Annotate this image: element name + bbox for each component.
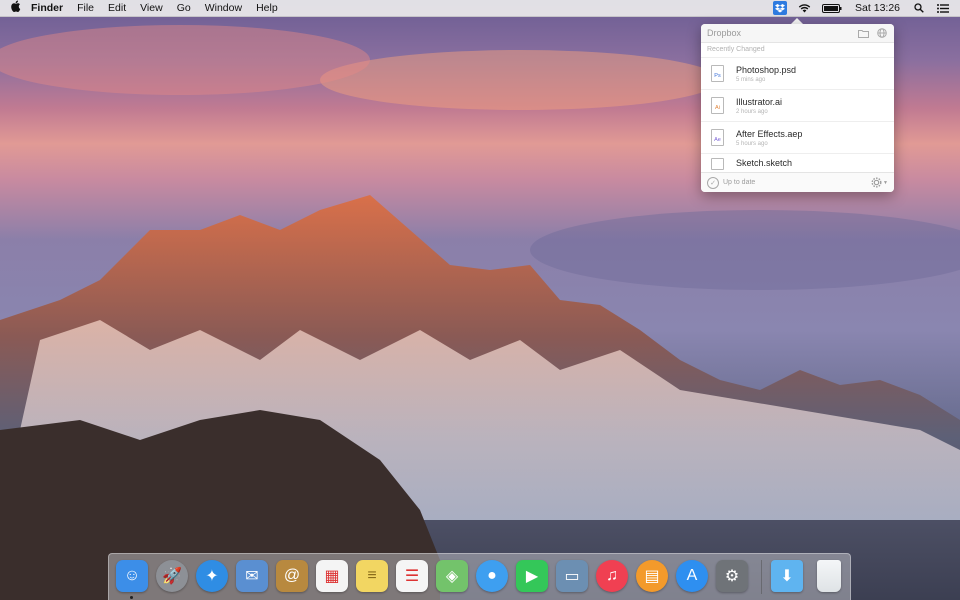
dock-glyph: ▭ xyxy=(564,568,580,585)
dock: ☺ 🚀 ✦ ✉ @ ▦ ≡ ☰ ◈ ● ▶ ▭ ♫ ▤ A ⚙ ⬇ xyxy=(108,553,851,600)
dropbox-panel-title: Dropbox xyxy=(707,28,742,38)
notes-icon[interactable]: ≡ xyxy=(356,560,388,592)
dock-glyph: ✉ xyxy=(245,568,259,585)
aep-file-icon: Ae xyxy=(711,129,724,146)
chevron-down-icon: ▼ xyxy=(883,179,888,186)
menu-go[interactable]: Go xyxy=(170,0,198,16)
file-time: 2 hours ago xyxy=(736,108,768,115)
running-indicator xyxy=(130,596,133,599)
itunes-icon[interactable]: ♫ xyxy=(596,560,628,592)
finder-icon[interactable]: ☺ xyxy=(116,560,148,592)
dock-glyph: ⬇ xyxy=(780,568,794,585)
dock-glyph: ● xyxy=(487,567,497,584)
preview-icon[interactable]: ▭ xyxy=(556,560,588,592)
folder-icon[interactable] xyxy=(857,27,869,39)
safari-icon[interactable]: ✦ xyxy=(196,560,228,592)
sync-status: Up to date xyxy=(723,179,756,186)
dock-glyph: ◈ xyxy=(445,568,459,585)
file-badge: Ps xyxy=(714,73,721,79)
menu-help[interactable]: Help xyxy=(249,0,285,16)
dock-glyph: 🚀 xyxy=(162,568,182,585)
dock-glyph: A xyxy=(686,567,698,584)
cloud xyxy=(0,25,370,95)
messages-icon[interactable]: ● xyxy=(476,560,508,592)
wifi-icon[interactable] xyxy=(797,1,811,15)
app-store-icon[interactable]: A xyxy=(676,560,708,592)
file-row[interactable]: Ae After Effects.aep 5 hours ago xyxy=(701,122,894,154)
dropbox-panel: Dropbox Recently Changed Ps Photoshop.ps… xyxy=(701,24,894,192)
mail-icon[interactable]: ✉ xyxy=(236,560,268,592)
launchpad-icon[interactable]: 🚀 xyxy=(156,560,188,592)
apple-logo-icon xyxy=(11,0,21,12)
notification-center-icon[interactable] xyxy=(936,1,950,15)
file-name: After Effects.aep xyxy=(736,128,803,139)
dock-glyph: ▦ xyxy=(324,568,340,585)
dropbox-panel-footer: ✓ Up to date ▼ xyxy=(701,172,894,192)
menu-window[interactable]: Window xyxy=(198,0,249,16)
gear-icon xyxy=(871,177,882,188)
dock-glyph: @ xyxy=(283,567,301,584)
recently-changed-label: Recently Changed xyxy=(701,43,894,58)
cloud xyxy=(320,50,720,110)
dock-glyph: ≡ xyxy=(367,567,377,584)
dropbox-panel-header: Dropbox xyxy=(701,24,894,43)
menu-file[interactable]: File xyxy=(70,0,101,16)
ibooks-icon[interactable]: ▤ xyxy=(636,560,668,592)
dock-glyph: ▤ xyxy=(644,568,660,585)
dock-separator xyxy=(761,560,762,594)
sketch-file-icon xyxy=(711,158,724,170)
dock-glyph: ✦ xyxy=(205,568,219,585)
menu-bar: Finder File Edit View Go Window Help Sat… xyxy=(0,0,960,17)
dock-glyph: ▶ xyxy=(525,568,539,585)
file-badge: Ae xyxy=(714,137,721,143)
file-badge: Ai xyxy=(715,105,720,111)
app-menu-finder[interactable]: Finder xyxy=(24,0,70,16)
dropbox-icon[interactable] xyxy=(773,1,788,15)
file-row[interactable]: Sketch.sketch xyxy=(701,154,894,174)
facetime-icon[interactable]: ▶ xyxy=(516,560,548,592)
battery-icon[interactable] xyxy=(821,1,843,15)
system-preferences-icon[interactable]: ⚙ xyxy=(716,560,748,592)
menu-view[interactable]: View xyxy=(133,0,170,16)
menubar-clock[interactable]: Sat 13:26 xyxy=(848,0,907,16)
file-name: Photoshop.psd xyxy=(736,64,797,75)
menu-edit[interactable]: Edit xyxy=(101,0,133,16)
dock-glyph: ☰ xyxy=(404,568,420,585)
psd-file-icon: Ps xyxy=(711,65,724,82)
file-time: 5 hours ago xyxy=(736,140,768,147)
file-time: 5 mins ago xyxy=(736,76,766,83)
apple-menu-icon[interactable] xyxy=(8,0,24,16)
file-name: Sketch.sketch xyxy=(736,158,793,168)
calendar-icon[interactable]: ▦ xyxy=(316,560,348,592)
dock-glyph: ☺ xyxy=(123,567,141,584)
contacts-icon[interactable]: @ xyxy=(276,560,308,592)
file-row[interactable]: Ai Illustrator.ai 2 hours ago xyxy=(701,90,894,122)
downloads-folder-icon[interactable]: ⬇ xyxy=(771,560,803,592)
spotlight-icon[interactable] xyxy=(912,1,926,15)
dock-glyph: ⚙ xyxy=(724,568,740,585)
dock-glyph: ♫ xyxy=(606,567,618,584)
globe-icon[interactable] xyxy=(876,27,888,39)
reminders-icon[interactable]: ☰ xyxy=(396,560,428,592)
checkmark-icon: ✓ xyxy=(707,176,719,189)
trash-icon[interactable] xyxy=(817,560,841,592)
ai-file-icon: Ai xyxy=(711,97,724,114)
settings-menu-button[interactable]: ▼ xyxy=(871,177,888,188)
file-row[interactable]: Ps Photoshop.psd 5 mins ago xyxy=(701,58,894,90)
maps-icon[interactable]: ◈ xyxy=(436,560,468,592)
file-name: Illustrator.ai xyxy=(736,96,783,107)
cloud xyxy=(530,210,960,290)
